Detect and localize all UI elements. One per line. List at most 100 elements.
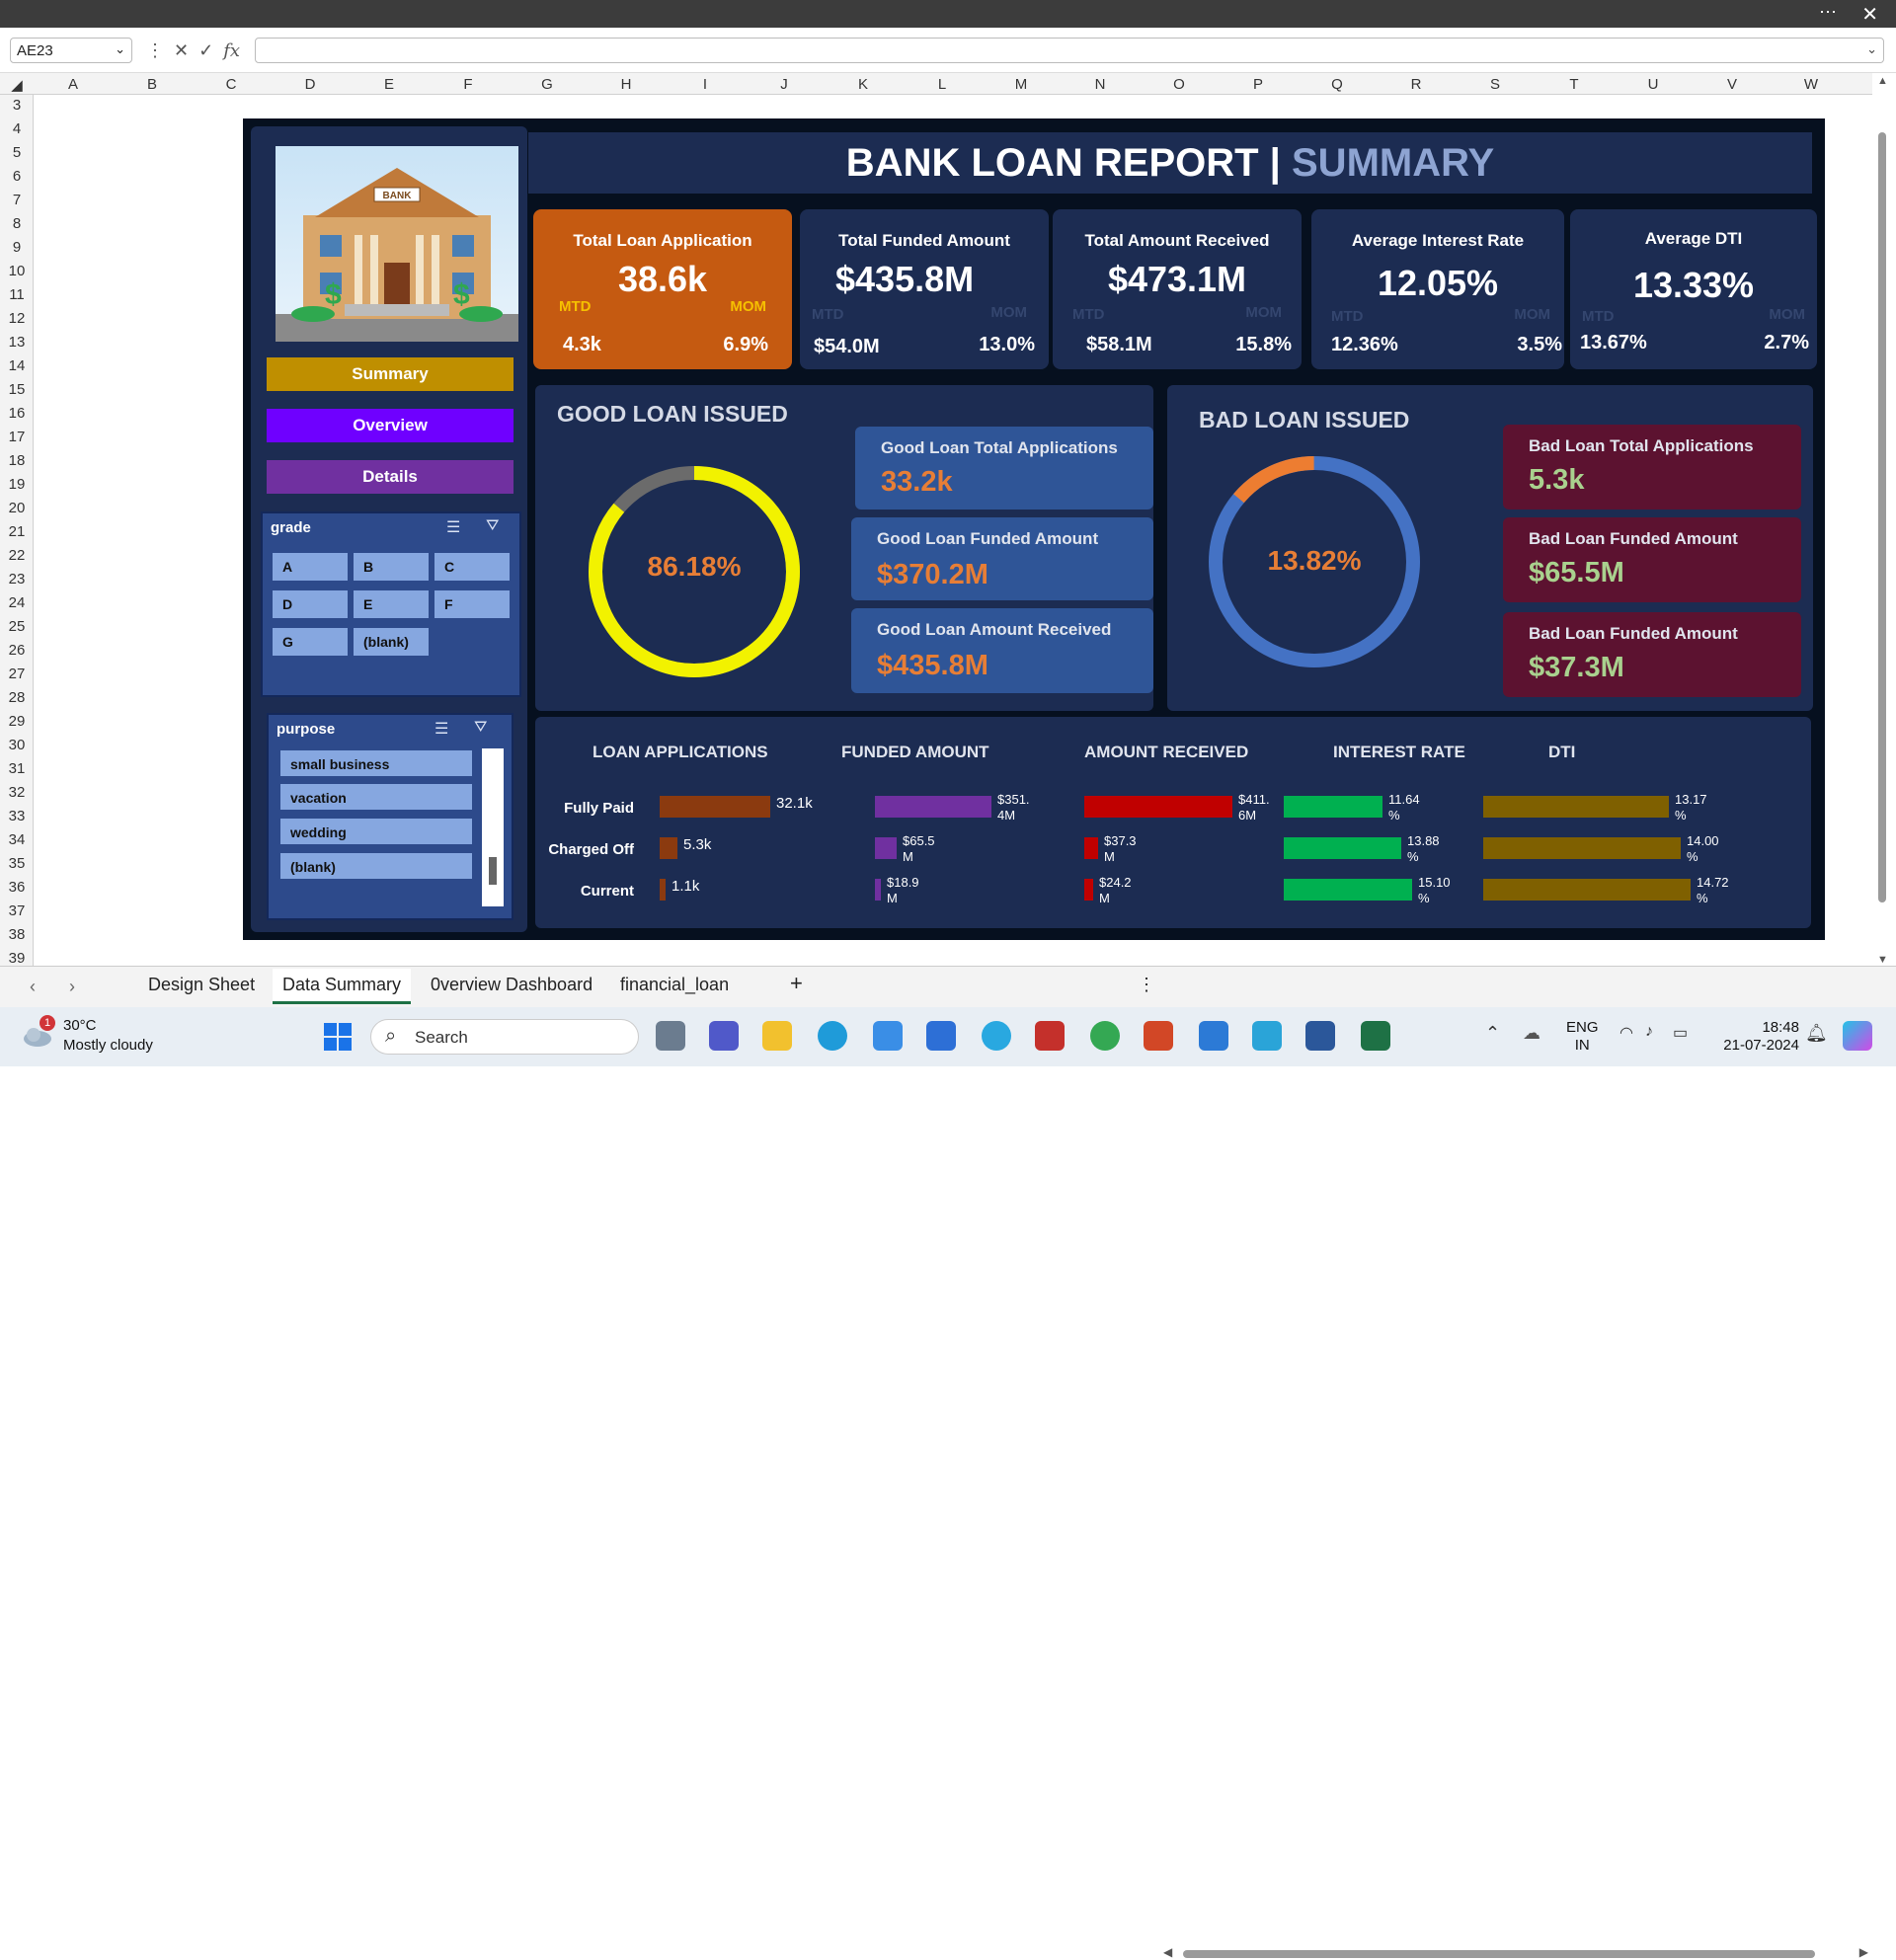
row-header[interactable]: 13 [0,334,34,351]
show-hidden-icons-icon[interactable]: ⌃ [1485,1023,1500,1044]
scroll-right-icon[interactable]: ▶ [1859,1945,1868,1959]
row-header[interactable]: 21 [0,523,34,540]
tab-overview-dashboard[interactable]: 0verview Dashboard [431,975,592,995]
excel-icon[interactable] [1361,1021,1390,1051]
row-header[interactable]: 28 [0,689,34,706]
row-header[interactable]: 15 [0,381,34,398]
teams-icon[interactable] [709,1021,739,1051]
chrome-icon[interactable] [1090,1021,1120,1051]
column-header[interactable]: G [508,76,587,93]
file-explorer-icon[interactable] [762,1021,792,1051]
battery-icon[interactable]: ▭ [1673,1023,1688,1043]
row-header[interactable]: 38 [0,926,34,943]
row-header[interactable]: 20 [0,500,34,516]
clear-filter-icon[interactable]: ⛛ [486,517,499,535]
help-icon[interactable] [982,1021,1011,1051]
column-header[interactable]: I [666,76,745,93]
formula-input[interactable]: ⌄ [255,38,1884,63]
scroll-thumb[interactable] [1878,132,1886,902]
grade-chip-c[interactable]: C [433,551,512,583]
photos-icon[interactable] [1199,1021,1228,1051]
row-header[interactable]: 32 [0,784,34,801]
grade-chip-d[interactable]: D [271,588,350,620]
cancel-icon[interactable]: ✕ [174,40,189,61]
scroll-up-icon[interactable]: ▲ [1877,75,1888,87]
grade-chip-blank[interactable]: (blank) [352,626,431,658]
column-header[interactable]: R [1377,76,1456,93]
tab-design-sheet[interactable]: Design Sheet [148,975,255,995]
column-header[interactable]: W [1772,76,1851,93]
vertical-scrollbar[interactable]: ▲ ▼ [1872,73,1896,966]
copilot-icon[interactable] [1843,1021,1872,1051]
row-header[interactable]: 8 [0,215,34,232]
row-header[interactable]: 39 [0,950,34,967]
onedrive-icon[interactable]: ☁ [1523,1023,1540,1044]
column-header[interactable]: A [34,76,113,93]
myhp-icon[interactable] [926,1021,956,1051]
volume-icon[interactable]: ♪ [1645,1023,1653,1041]
grade-chip-a[interactable]: A [271,551,350,583]
row-header[interactable]: 33 [0,808,34,824]
overview-button[interactable]: Overview [267,409,514,442]
more-vertical-icon[interactable]: ⋮ [1138,975,1155,995]
scroll-left-icon[interactable]: ◀ [1163,1945,1172,1959]
purpose-chip-small-business[interactable]: small business [278,748,474,778]
column-header[interactable]: T [1535,76,1614,93]
row-header[interactable]: 25 [0,618,34,635]
chevron-down-icon[interactable]: ⌄ [115,41,125,57]
row-header[interactable]: 23 [0,571,34,588]
grade-chip-f[interactable]: F [433,588,512,620]
row-header[interactable]: 16 [0,405,34,422]
details-button[interactable]: Details [267,460,514,494]
column-header[interactable]: E [350,76,429,93]
tab-data-summary[interactable]: Data Summary [273,969,412,1004]
add-sheet-icon[interactable]: + [790,971,803,996]
mcafee-icon[interactable] [1035,1021,1065,1051]
row-header[interactable]: 6 [0,168,34,185]
edge-icon[interactable] [818,1021,847,1051]
row-header[interactable]: 18 [0,452,34,469]
column-header[interactable]: Q [1298,76,1377,93]
column-header[interactable]: O [1140,76,1219,93]
multi-select-icon[interactable]: ☰ [446,517,460,537]
row-header[interactable]: 7 [0,192,34,208]
clear-filter-icon[interactable]: ⛛ [474,719,487,737]
column-header[interactable]: F [429,76,508,93]
row-header[interactable]: 36 [0,879,34,896]
row-header[interactable]: 9 [0,239,34,256]
name-box[interactable]: AE23 ⌄ [10,38,132,63]
column-header[interactable]: U [1614,76,1693,93]
powerpoint-icon[interactable] [1144,1021,1173,1051]
next-sheet-icon[interactable]: › [69,977,75,997]
row-header[interactable]: 37 [0,902,34,919]
row-header[interactable]: 5 [0,144,34,161]
column-header[interactable]: P [1219,76,1298,93]
slicer-scroll-thumb[interactable] [489,857,497,885]
row-header[interactable]: 35 [0,855,34,872]
windows-start-icon[interactable] [322,1021,354,1053]
grade-chip-b[interactable]: B [352,551,431,583]
row-header[interactable]: 30 [0,737,34,753]
column-header[interactable]: H [587,76,666,93]
column-header[interactable]: D [271,76,350,93]
column-header[interactable]: V [1693,76,1772,93]
slicer-scrollbar[interactable] [482,748,504,906]
language-indicator[interactable]: ENG IN [1566,1019,1599,1055]
expand-formula-icon[interactable]: ⌄ [1866,41,1877,57]
enter-check-icon[interactable]: ✓ [198,40,213,61]
prev-sheet-icon[interactable]: ‹ [30,977,36,997]
row-header[interactable]: 31 [0,760,34,777]
row-header[interactable]: 12 [0,310,34,327]
notification-bell-icon[interactable]: 🔔︎ [1805,1023,1828,1044]
select-all-corner[interactable]: ◢ [0,76,34,94]
column-header[interactable]: N [1061,76,1140,93]
column-header[interactable]: J [745,76,824,93]
summary-button[interactable]: Summary [267,357,514,391]
column-header[interactable]: L [903,76,982,93]
row-header[interactable]: 29 [0,713,34,730]
grade-chip-g[interactable]: G [271,626,350,658]
row-header[interactable]: 14 [0,357,34,374]
multi-select-icon[interactable]: ☰ [434,719,448,739]
column-header[interactable]: C [192,76,271,93]
row-header[interactable]: 3 [0,97,34,114]
